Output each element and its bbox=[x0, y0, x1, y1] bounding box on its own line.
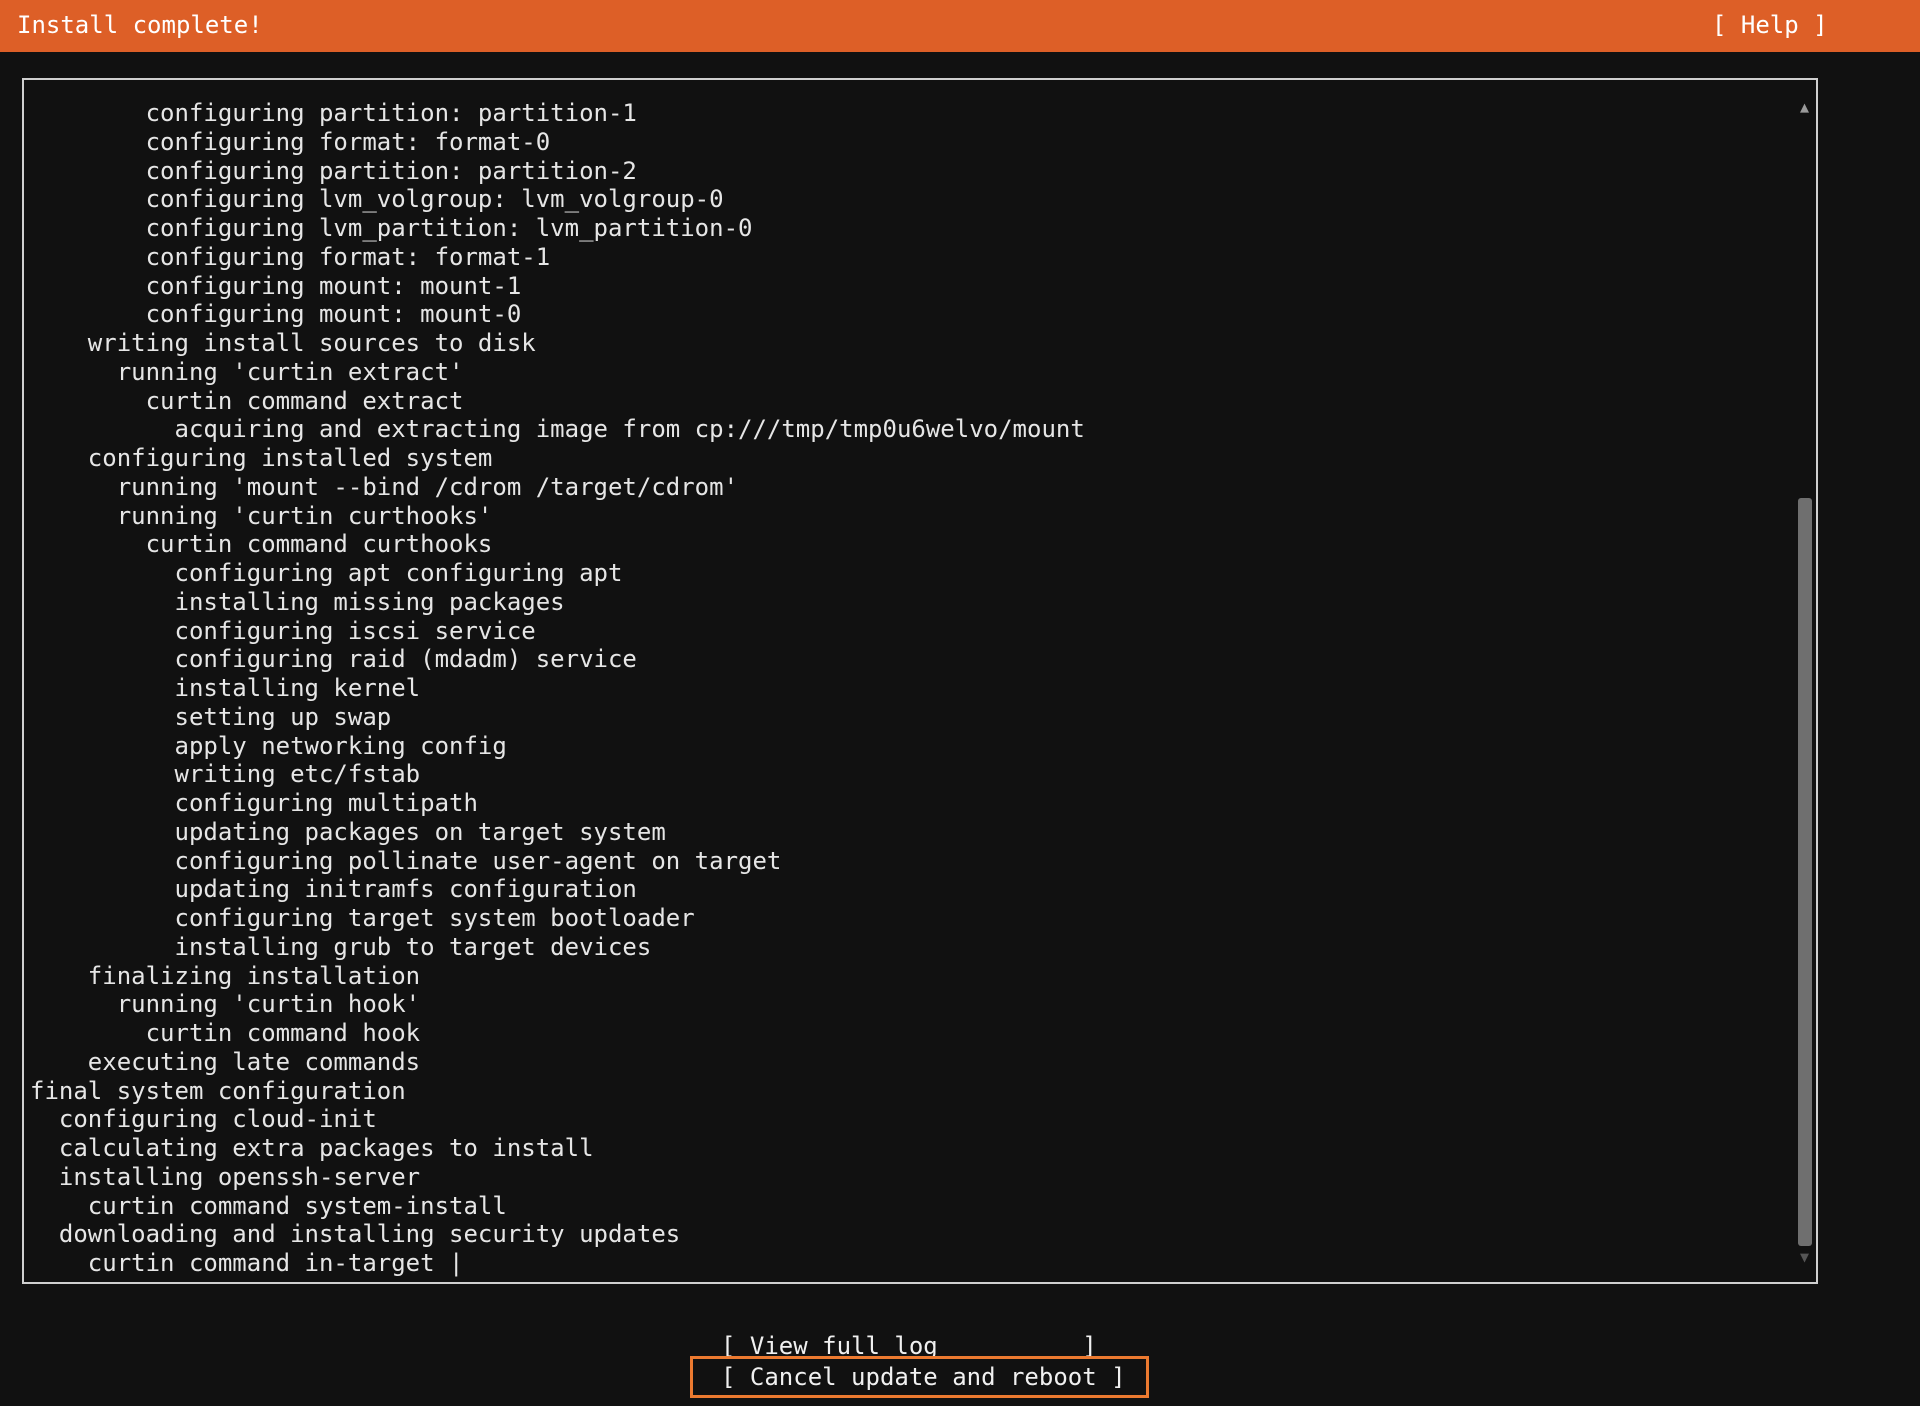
log-line: writing install sources to disk bbox=[30, 329, 536, 357]
scroll-down-arrow-icon[interactable]: ▼ bbox=[1800, 1248, 1809, 1266]
log-line: running 'curtin extract' bbox=[30, 357, 464, 386]
log-line: executing late commands bbox=[30, 1047, 421, 1076]
install-log-panel[interactable]: configuring partition: partition-1 confi… bbox=[22, 78, 1818, 1284]
log-line: configuring partition: partition-2 bbox=[30, 156, 637, 185]
log-line: configuring installed system bbox=[30, 444, 493, 472]
log-line: configuring lvm_volgroup: lvm_volgroup-0 bbox=[30, 185, 724, 214]
cancel-update-and-reboot-button[interactable]: [ Cancel update and reboot ] bbox=[690, 1356, 1149, 1398]
log-line: curtin command in-target | bbox=[30, 1249, 464, 1277]
log-line: configuring cloud-init bbox=[30, 1105, 377, 1134]
log-line: curtin command curthooks bbox=[30, 530, 493, 559]
log-line: curtin command extract bbox=[30, 386, 464, 415]
log-line: setting up swap bbox=[30, 702, 392, 731]
log-line: running 'curtin curthooks' bbox=[30, 501, 493, 530]
log-line: writing etc/fstab bbox=[30, 760, 421, 789]
cancel-update-and-reboot-label: [ Cancel update and reboot ] bbox=[721, 1363, 1126, 1391]
log-line: downloading and installing security upda… bbox=[30, 1220, 681, 1249]
log-line: configuring multipath bbox=[30, 789, 478, 817]
log-line: installing missing packages bbox=[30, 587, 565, 616]
help-button[interactable]: [ Help ] bbox=[1712, 10, 1828, 40]
log-line: configuring apt configuring apt bbox=[30, 559, 623, 587]
log-line: installing openssh-server bbox=[30, 1162, 421, 1191]
log-line: installing kernel bbox=[30, 674, 421, 702]
log-line: configuring format: format-1 bbox=[30, 242, 551, 271]
log-line: configuring format: format-0 bbox=[30, 127, 551, 156]
header-bar: Install complete! [ Help ] bbox=[0, 0, 1920, 52]
install-log-list: configuring partition: partition-1 confi… bbox=[30, 99, 1085, 1278]
log-line: updating packages on target system bbox=[30, 817, 666, 846]
log-line: acquiring and extracting image from cp:/… bbox=[30, 415, 1085, 444]
log-line: configuring pollinate user-agent on targ… bbox=[30, 846, 782, 875]
log-line: curtin command system-install bbox=[30, 1191, 507, 1220]
scroll-up-arrow-icon[interactable]: ▲ bbox=[1800, 98, 1809, 116]
log-line: updating initramfs configuration bbox=[30, 875, 637, 904]
log-line: configuring target system bootloader bbox=[30, 904, 695, 932]
log-line: configuring mount: mount-0 bbox=[30, 300, 522, 329]
scrollbar-thumb[interactable] bbox=[1798, 498, 1812, 1246]
log-line: configuring raid (mdadm) service bbox=[30, 645, 637, 674]
log-line: running 'mount --bind /cdrom /target/cdr… bbox=[30, 472, 739, 501]
log-line: configuring mount: mount-1 bbox=[30, 271, 522, 300]
log-line: installing grub to target devices bbox=[30, 932, 652, 961]
log-line: apply networking config bbox=[30, 731, 507, 760]
log-line: configuring lvm_partition: lvm_partition… bbox=[30, 214, 753, 242]
log-line: calculating extra packages to install bbox=[30, 1134, 594, 1162]
log-line: configuring iscsi service bbox=[30, 616, 536, 645]
log-line: curtin command hook bbox=[30, 1019, 421, 1047]
log-line: configuring partition: partition-1 bbox=[30, 99, 637, 127]
log-line: finalizing installation bbox=[30, 961, 421, 990]
log-line: final system configuration bbox=[30, 1076, 406, 1105]
page-title: Install complete! bbox=[17, 11, 263, 39]
log-line: running 'curtin hook' bbox=[30, 990, 421, 1019]
